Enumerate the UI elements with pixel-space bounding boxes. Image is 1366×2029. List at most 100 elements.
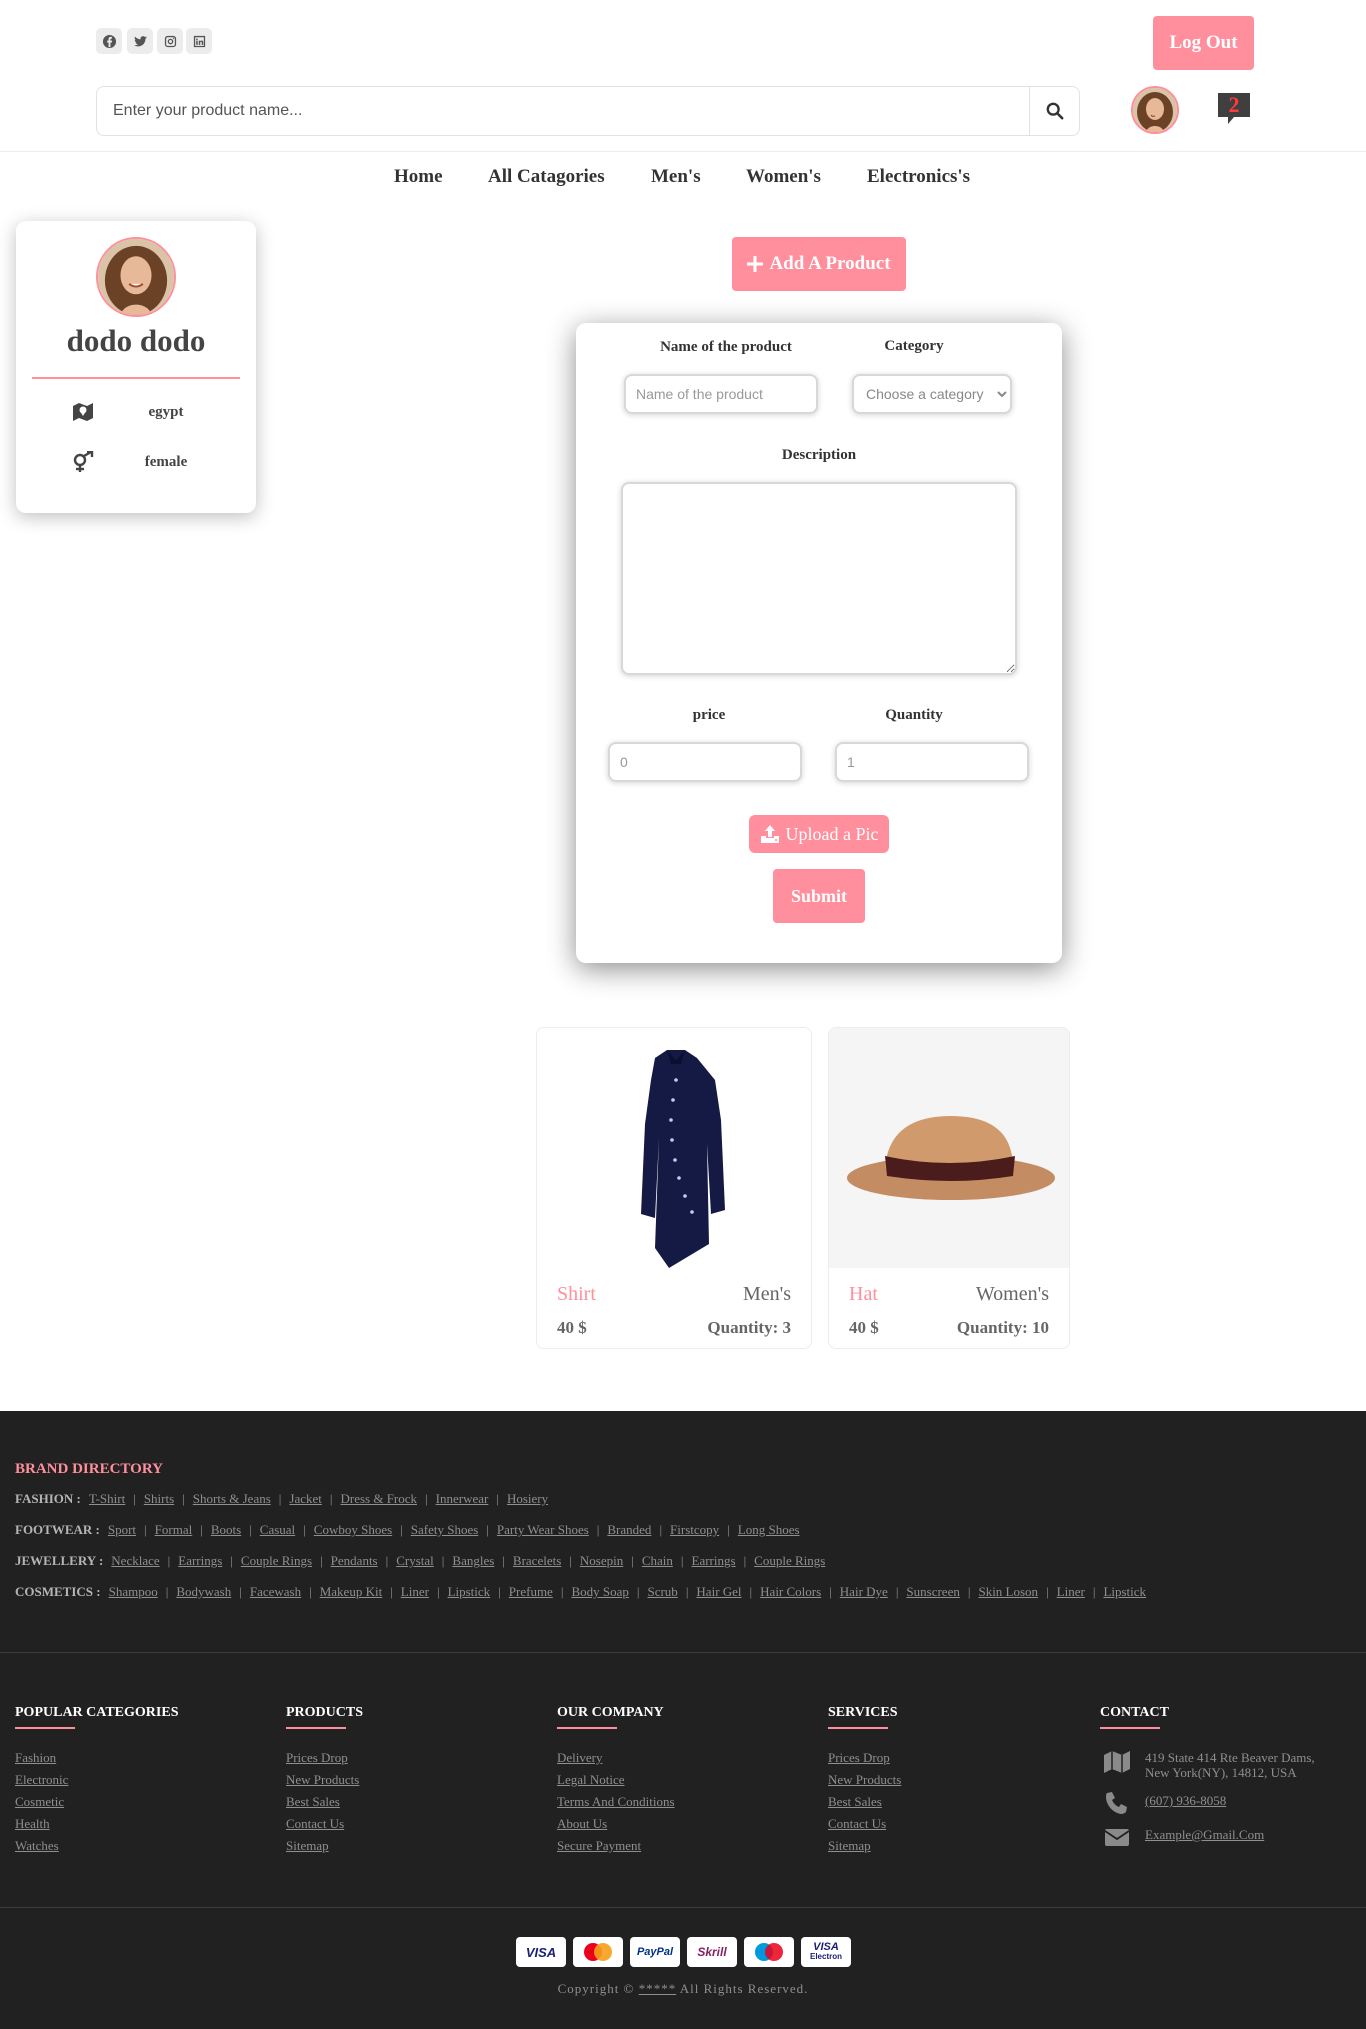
brand-directory-link[interactable]: Jacket	[289, 1491, 321, 1506]
linkedin-icon[interactable]	[186, 28, 212, 54]
brand-directory-link[interactable]: Casual	[260, 1522, 295, 1537]
footer-link[interactable]: Cosmetic	[15, 1794, 64, 1810]
brand-directory-link[interactable]: Shirts	[144, 1491, 174, 1506]
footer-link[interactable]: Legal Notice	[557, 1772, 625, 1788]
footer-link[interactable]: Watches	[15, 1838, 59, 1854]
footer-link[interactable]: Sitemap	[828, 1838, 871, 1854]
category-select[interactable]: Choose a category	[852, 374, 1012, 414]
brand-directory-link[interactable]: Sunscreen	[906, 1584, 959, 1599]
brand-directory-link[interactable]: Shorts & Jeans	[193, 1491, 271, 1506]
contact-phone[interactable]: (607) 936-8058	[1145, 1793, 1226, 1809]
product-card-shirt[interactable]: Shirt Men's 40 $ Quantity: 3	[536, 1027, 812, 1349]
footer-link[interactable]: Fashion	[15, 1750, 56, 1766]
nav-mens[interactable]: Men's	[651, 166, 701, 188]
nav-home[interactable]: Home	[394, 166, 443, 188]
footer-link[interactable]: Sitemap	[286, 1838, 329, 1854]
footer-link[interactable]: Health	[15, 1816, 50, 1832]
brand-directory-link[interactable]: Hair Gel	[696, 1584, 741, 1599]
brand-directory-link[interactable]: T-Shirt	[89, 1491, 125, 1506]
brand-directory-link[interactable]: Earrings	[178, 1553, 222, 1568]
brand-directory-link[interactable]: Hair Colors	[760, 1584, 821, 1599]
nav-womens[interactable]: Women's	[746, 166, 821, 188]
brand-directory-category: FOOTWEAR :	[15, 1522, 100, 1537]
brand-directory-link[interactable]: Lipstick	[448, 1584, 491, 1599]
contact-address-line1: 419 State 414 Rte Beaver Dams,	[1145, 1750, 1315, 1765]
brand-directory-link[interactable]: Body Soap	[571, 1584, 628, 1599]
separator: |	[385, 1553, 389, 1568]
brand-directory-link[interactable]: Liner	[401, 1584, 429, 1599]
footer-link[interactable]: Best Sales	[286, 1794, 340, 1810]
brand-directory-link[interactable]: Couple Rings	[241, 1553, 312, 1568]
upload-pic-label: Upload a Pic	[785, 823, 879, 844]
contact-email[interactable]: Example@Gmail.Com	[1145, 1827, 1264, 1843]
footer-link[interactable]: Contact Us	[286, 1816, 344, 1832]
brand-directory-link[interactable]: Hair Dye	[840, 1584, 888, 1599]
footer-link[interactable]: Contact Us	[828, 1816, 886, 1832]
footer-link[interactable]: Prices Drop	[828, 1750, 890, 1766]
brand-directory-link[interactable]: Bangles	[452, 1553, 494, 1568]
brand-directory-link[interactable]: Liner	[1057, 1584, 1085, 1599]
brand-directory-link[interactable]: Innerwear	[436, 1491, 489, 1506]
footer-link[interactable]: Delivery	[557, 1750, 602, 1766]
brand-directory-link[interactable]: Long Shoes	[738, 1522, 800, 1537]
facebook-icon[interactable]	[96, 28, 122, 54]
brand-directory-link[interactable]: Facewash	[250, 1584, 301, 1599]
separator: |	[685, 1584, 689, 1599]
brand-directory-link[interactable]: Pendants	[331, 1553, 378, 1568]
brand-directory-link[interactable]: Sport	[108, 1522, 136, 1537]
search-button[interactable]	[1029, 87, 1079, 135]
footer-link[interactable]: Electronic	[15, 1772, 68, 1788]
submit-button[interactable]: Submit	[773, 869, 865, 923]
upload-pic-button[interactable]: Upload a Pic	[749, 815, 889, 853]
brand-directory-link[interactable]: Bracelets	[513, 1553, 561, 1568]
brand-directory-link[interactable]: Boots	[211, 1522, 241, 1537]
search-input[interactable]	[97, 87, 1031, 135]
brand-directory-link[interactable]: Nosepin	[580, 1553, 623, 1568]
product-name-input[interactable]	[624, 374, 818, 414]
brand-directory-link[interactable]: Necklace	[111, 1553, 159, 1568]
nav-electronics[interactable]: Electronics's	[867, 166, 970, 188]
brand-directory-link[interactable]: Branded	[607, 1522, 651, 1537]
brand-directory-link[interactable]: Skin Loson	[978, 1584, 1038, 1599]
footer-link[interactable]: Prices Drop	[286, 1750, 348, 1766]
user-avatar[interactable]	[1131, 86, 1179, 134]
brand-directory-link[interactable]: Hosiery	[507, 1491, 548, 1506]
footer-link[interactable]: About Us	[557, 1816, 607, 1832]
brand-directory-link[interactable]: Firstcopy	[670, 1522, 719, 1537]
brand-directory-link[interactable]: Chain	[642, 1553, 673, 1568]
brand-directory-link[interactable]: Crystal	[396, 1553, 434, 1568]
separator: |	[320, 1553, 323, 1568]
product-card-hat[interactable]: Hat Women's 40 $ Quantity: 10	[828, 1027, 1070, 1349]
separator: |	[425, 1491, 428, 1506]
brand-directory-link[interactable]: Earrings	[692, 1553, 736, 1568]
footer-link[interactable]: Secure Payment	[557, 1838, 641, 1854]
brand-directory-link[interactable]: Couple Rings	[754, 1553, 825, 1568]
brand-directory-link[interactable]: Lipstick	[1103, 1584, 1146, 1599]
add-product-button[interactable]: Add A Product	[732, 237, 906, 291]
brand-directory-link[interactable]: Party Wear Shoes	[497, 1522, 589, 1537]
instagram-icon[interactable]	[157, 28, 183, 54]
brand-directory-link[interactable]: Safety Shoes	[411, 1522, 479, 1537]
twitter-icon[interactable]	[127, 28, 153, 54]
logout-button[interactable]: Log Out	[1153, 16, 1254, 70]
footer-link[interactable]: Terms And Conditions	[557, 1794, 675, 1810]
copyright-link[interactable]: *****	[639, 1981, 677, 1996]
separator: |	[144, 1522, 147, 1537]
brand-directory-link[interactable]: Bodywash	[176, 1584, 231, 1599]
footer-link[interactable]: Best Sales	[828, 1794, 882, 1810]
footer-link[interactable]: New Products	[828, 1772, 901, 1788]
brand-directory-link[interactable]: Dress & Frock	[340, 1491, 417, 1506]
nav-all-categories[interactable]: All Catagories	[488, 166, 605, 188]
quantity-input[interactable]	[835, 742, 1029, 782]
brand-directory-link[interactable]: Cowboy Shoes	[314, 1522, 392, 1537]
brand-directory-link[interactable]: Shampoo	[109, 1584, 158, 1599]
brand-directory-link[interactable]: Formal	[155, 1522, 193, 1537]
brand-directory-link[interactable]: Prefume	[509, 1584, 553, 1599]
description-label: Description	[781, 447, 857, 463]
footer-link[interactable]: New Products	[286, 1772, 359, 1788]
brand-directory-link[interactable]: Scrub	[647, 1584, 677, 1599]
price-input[interactable]	[608, 742, 802, 782]
description-textarea[interactable]	[621, 482, 1017, 675]
separator: |	[596, 1522, 600, 1537]
brand-directory-link[interactable]: Makeup Kit	[320, 1584, 382, 1599]
